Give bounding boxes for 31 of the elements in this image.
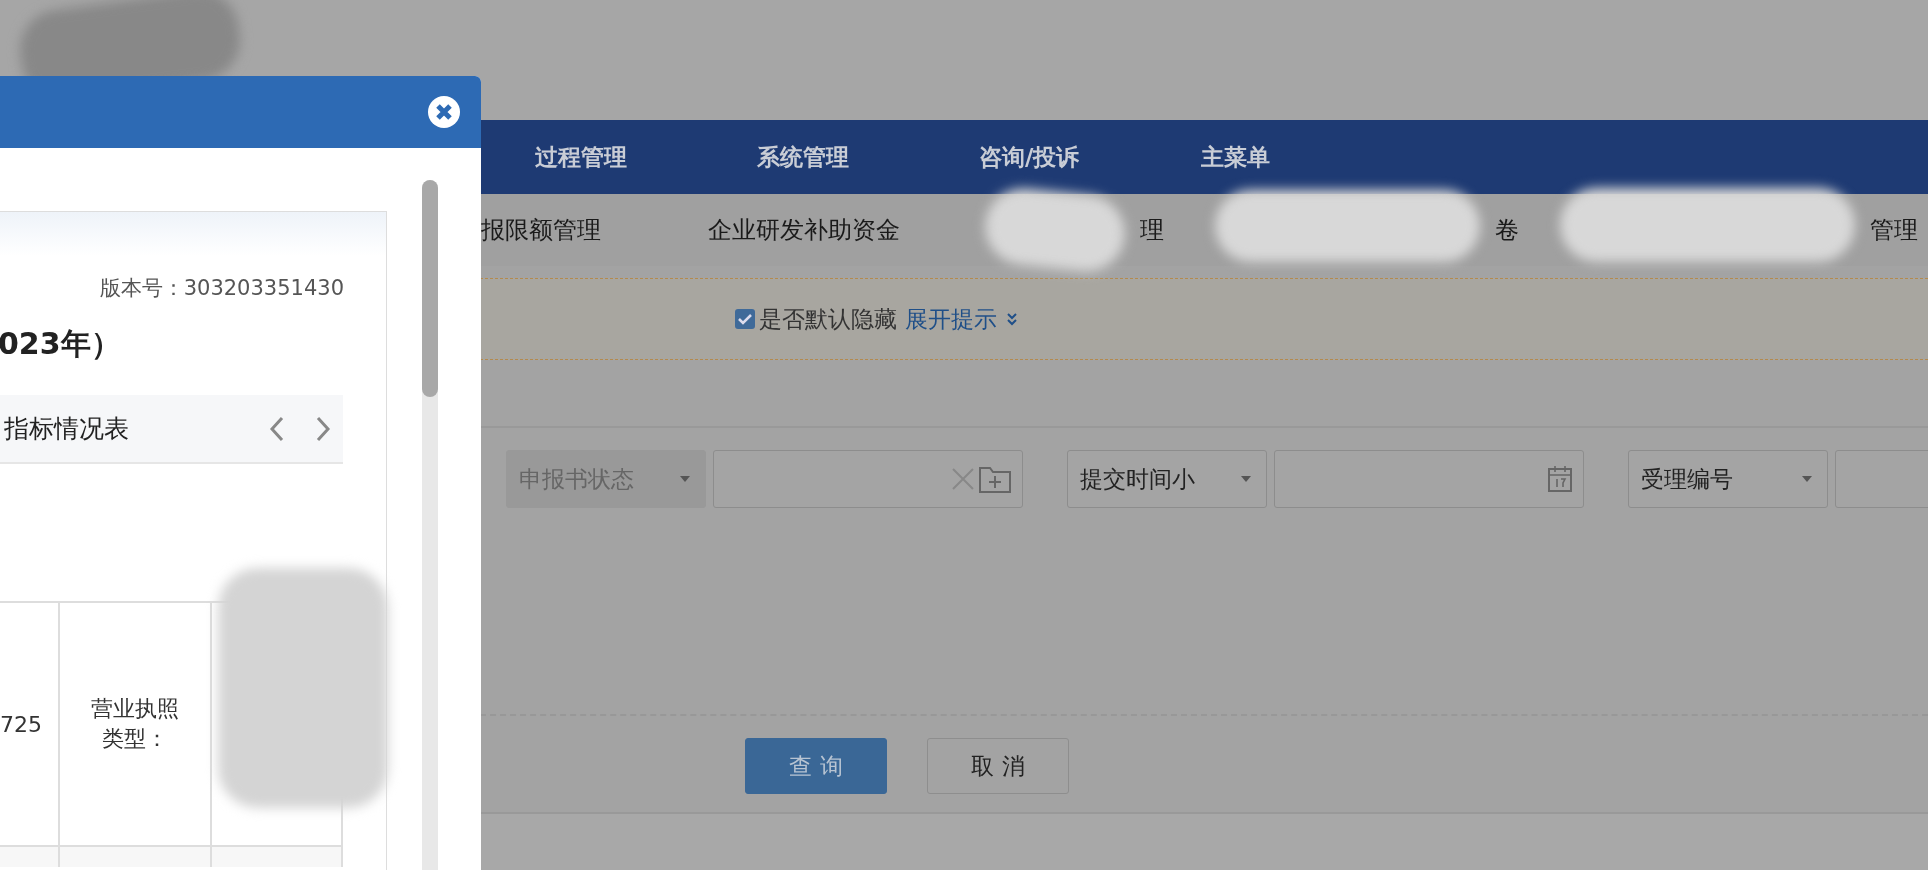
expand-hint-link[interactable]: 展开提示 bbox=[905, 303, 997, 335]
input-field[interactable] bbox=[1274, 450, 1584, 508]
submenu-item[interactable]: 卷 bbox=[1495, 214, 1519, 246]
tab-title: 指标情况表 bbox=[4, 413, 130, 445]
dropdown[interactable]: 受理编号 bbox=[1628, 450, 1828, 508]
caret-icon bbox=[1801, 475, 1813, 483]
caret-icon bbox=[1240, 475, 1252, 483]
checkbox-label: 是否默认隐藏 bbox=[759, 304, 897, 334]
checkbox[interactable] bbox=[735, 309, 755, 329]
scrollbar[interactable] bbox=[422, 180, 438, 870]
folder-icon[interactable] bbox=[978, 464, 1012, 494]
cancel-button[interactable]: 取 消 bbox=[927, 738, 1069, 794]
nav-menu-item[interactable]: 系统管理 bbox=[757, 141, 979, 173]
nav-menu-item[interactable]: 咨询/投诉 bbox=[979, 141, 1201, 173]
nav-menu-item[interactable]: 过程管理 bbox=[535, 141, 757, 173]
caret-icon bbox=[679, 475, 691, 483]
submenu-item[interactable]: 报限额管理 bbox=[481, 214, 601, 246]
close-icon[interactable] bbox=[427, 95, 461, 129]
double-chevron-icon bbox=[1007, 312, 1017, 326]
table-cell: 营业执照类型： bbox=[60, 603, 212, 845]
submenu-item[interactable]: 企业研发补助资金 bbox=[708, 214, 900, 246]
dropdown[interactable]: 提交时间小 bbox=[1067, 450, 1267, 508]
version-number: 版本号：303203351430 bbox=[98, 275, 345, 302]
table-cell: 725 bbox=[0, 603, 60, 845]
submenu-item[interactable]: 管理 bbox=[1870, 214, 1918, 246]
calendar-icon[interactable] bbox=[1547, 465, 1573, 493]
form-title: 023年） bbox=[0, 325, 122, 363]
submenu-item[interactable]: 理 bbox=[1140, 214, 1164, 246]
clear-icon[interactable] bbox=[950, 466, 976, 492]
input-field[interactable] bbox=[713, 450, 1023, 508]
nav-menu-item[interactable]: 主菜单 bbox=[1201, 141, 1423, 173]
